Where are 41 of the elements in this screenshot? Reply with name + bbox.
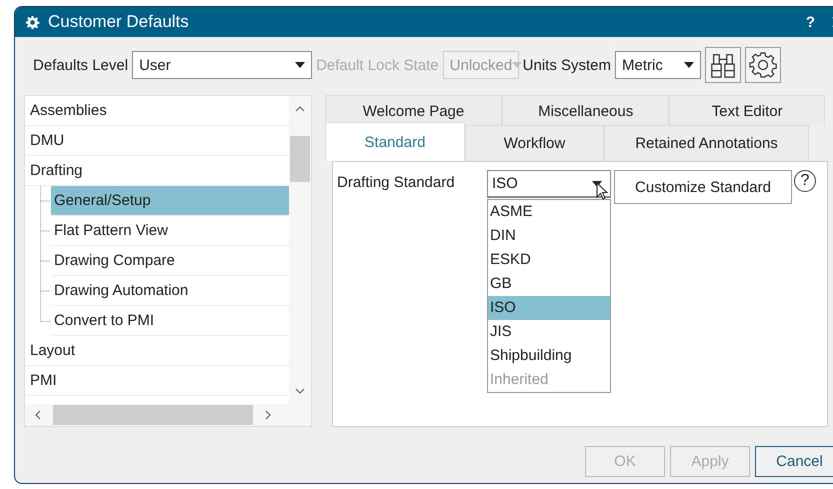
field-label: Units System (522, 56, 611, 74)
vertical-scrollbar[interactable] (289, 96, 311, 404)
tab[interactable]: Retained Annotations (604, 125, 809, 161)
dropdown-option[interactable]: DIN (488, 224, 610, 248)
dropdown-field[interactable]: User (132, 51, 312, 79)
scroll-thumb[interactable] (290, 136, 310, 182)
window-title: Customer Defaults (48, 12, 189, 32)
gear-icon (25, 14, 40, 30)
field-label: Drafting Standard (337, 174, 456, 191)
tree-connector (40, 216, 51, 246)
help-button[interactable]: ? (794, 170, 816, 192)
field-label: Default Lock State (316, 56, 439, 74)
dropdown-option[interactable]: JIS (488, 320, 610, 344)
dialog-button[interactable]: Cancel (755, 446, 833, 477)
scroll-left-icon[interactable] (35, 410, 41, 420)
tree-connector (40, 246, 51, 276)
dropdown-field[interactable]: Metric (615, 51, 701, 79)
scroll-up-icon[interactable] (295, 106, 305, 112)
scroll-right-icon[interactable] (265, 410, 271, 420)
caret-icon (684, 62, 694, 68)
scroll-down-icon[interactable] (295, 388, 305, 394)
tab[interactable]: Text Editor (669, 95, 825, 126)
tree-connector (40, 186, 51, 216)
tree-item[interactable]: General/Setup (51, 186, 289, 216)
field-label: Defaults Level (33, 56, 128, 74)
horizontal-scrollbar[interactable] (25, 404, 311, 426)
dropdown-option[interactable]: GB (488, 272, 610, 296)
settings-button[interactable] (745, 47, 781, 83)
caret-icon (295, 62, 306, 68)
dropdown-option[interactable]: ISO (488, 296, 610, 320)
help-button[interactable]: ? (806, 14, 815, 30)
tab[interactable]: Standard (325, 122, 465, 161)
tab[interactable]: Miscellaneous (502, 95, 670, 126)
dropdown-option[interactable]: Shipbuilding (488, 344, 610, 368)
scroll-thumb[interactable] (53, 405, 253, 425)
tab[interactable]: Workflow (465, 125, 604, 161)
caret-icon (512, 62, 522, 68)
dropdown-option[interactable]: ASME (488, 200, 610, 224)
dropdown-option[interactable]: ESKD (488, 248, 610, 272)
binoculars-button[interactable] (705, 47, 741, 83)
customize-standard-button[interactable]: Customize Standard (614, 170, 792, 204)
